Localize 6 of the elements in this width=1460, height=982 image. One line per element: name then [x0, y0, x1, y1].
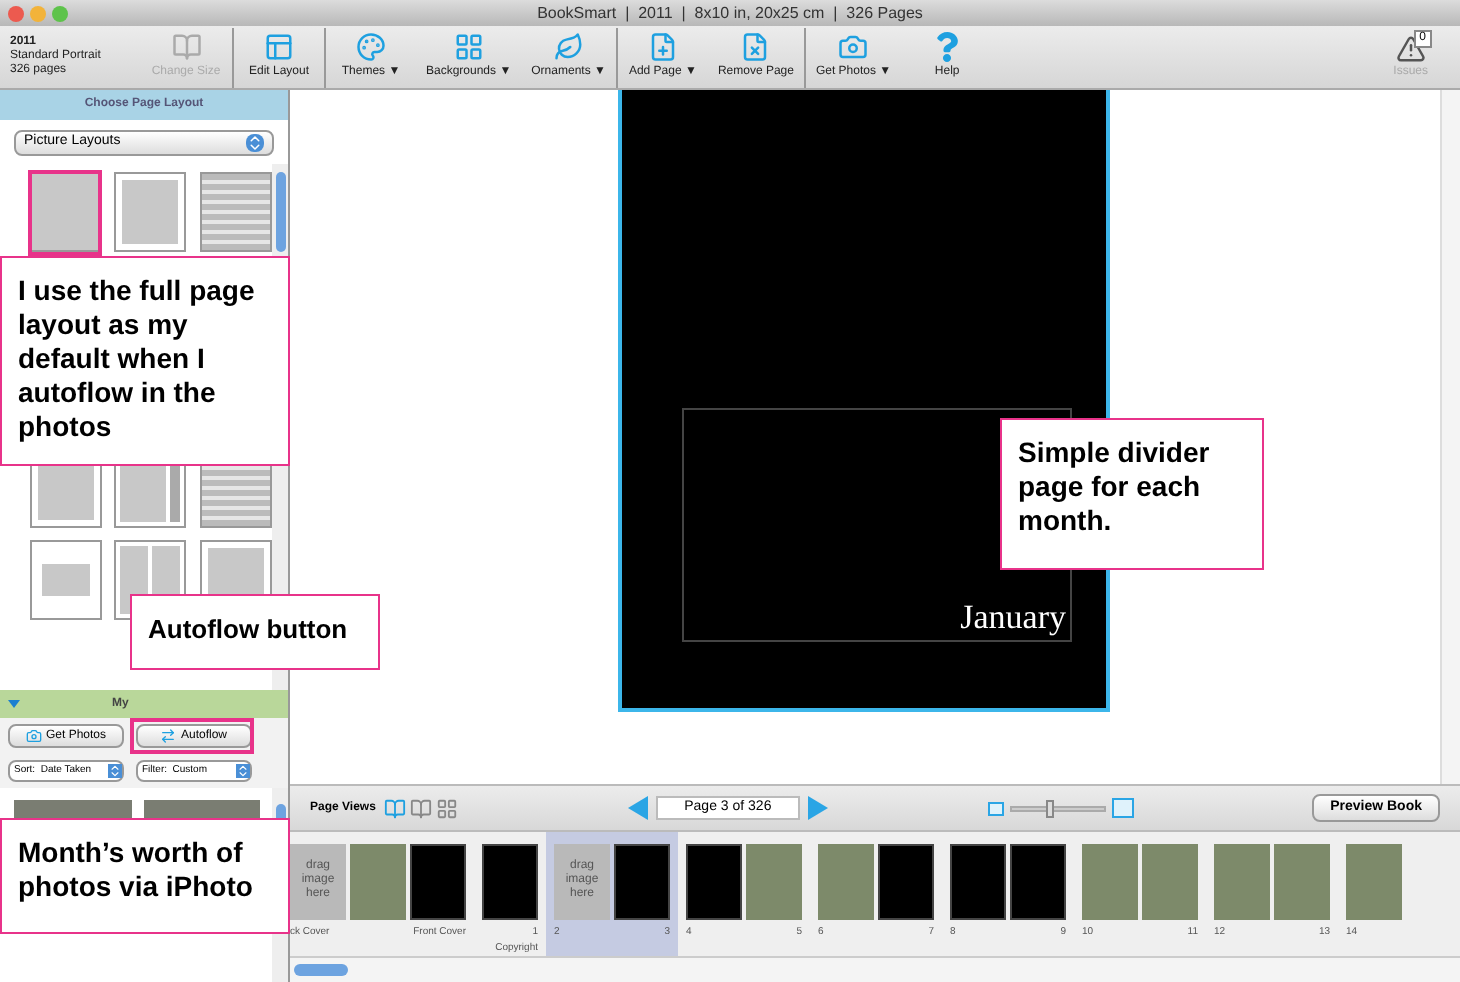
- annotation-tooltip: I use the full page layout as my default when I autoflow in the photos: [0, 256, 290, 466]
- annotation-tooltip: Autoflow button: [130, 594, 380, 670]
- page-title: January: [960, 598, 1066, 638]
- annotation-tooltip: Simple divider page for each month.: [1000, 418, 1264, 570]
- window-title: BookSmart | 2011 | 8x10 in, 20x25 cm | 326 Pages: [537, 1, 923, 25]
- annotation-tooltip: Month’s worth of photos via iPhoto: [0, 818, 290, 934]
